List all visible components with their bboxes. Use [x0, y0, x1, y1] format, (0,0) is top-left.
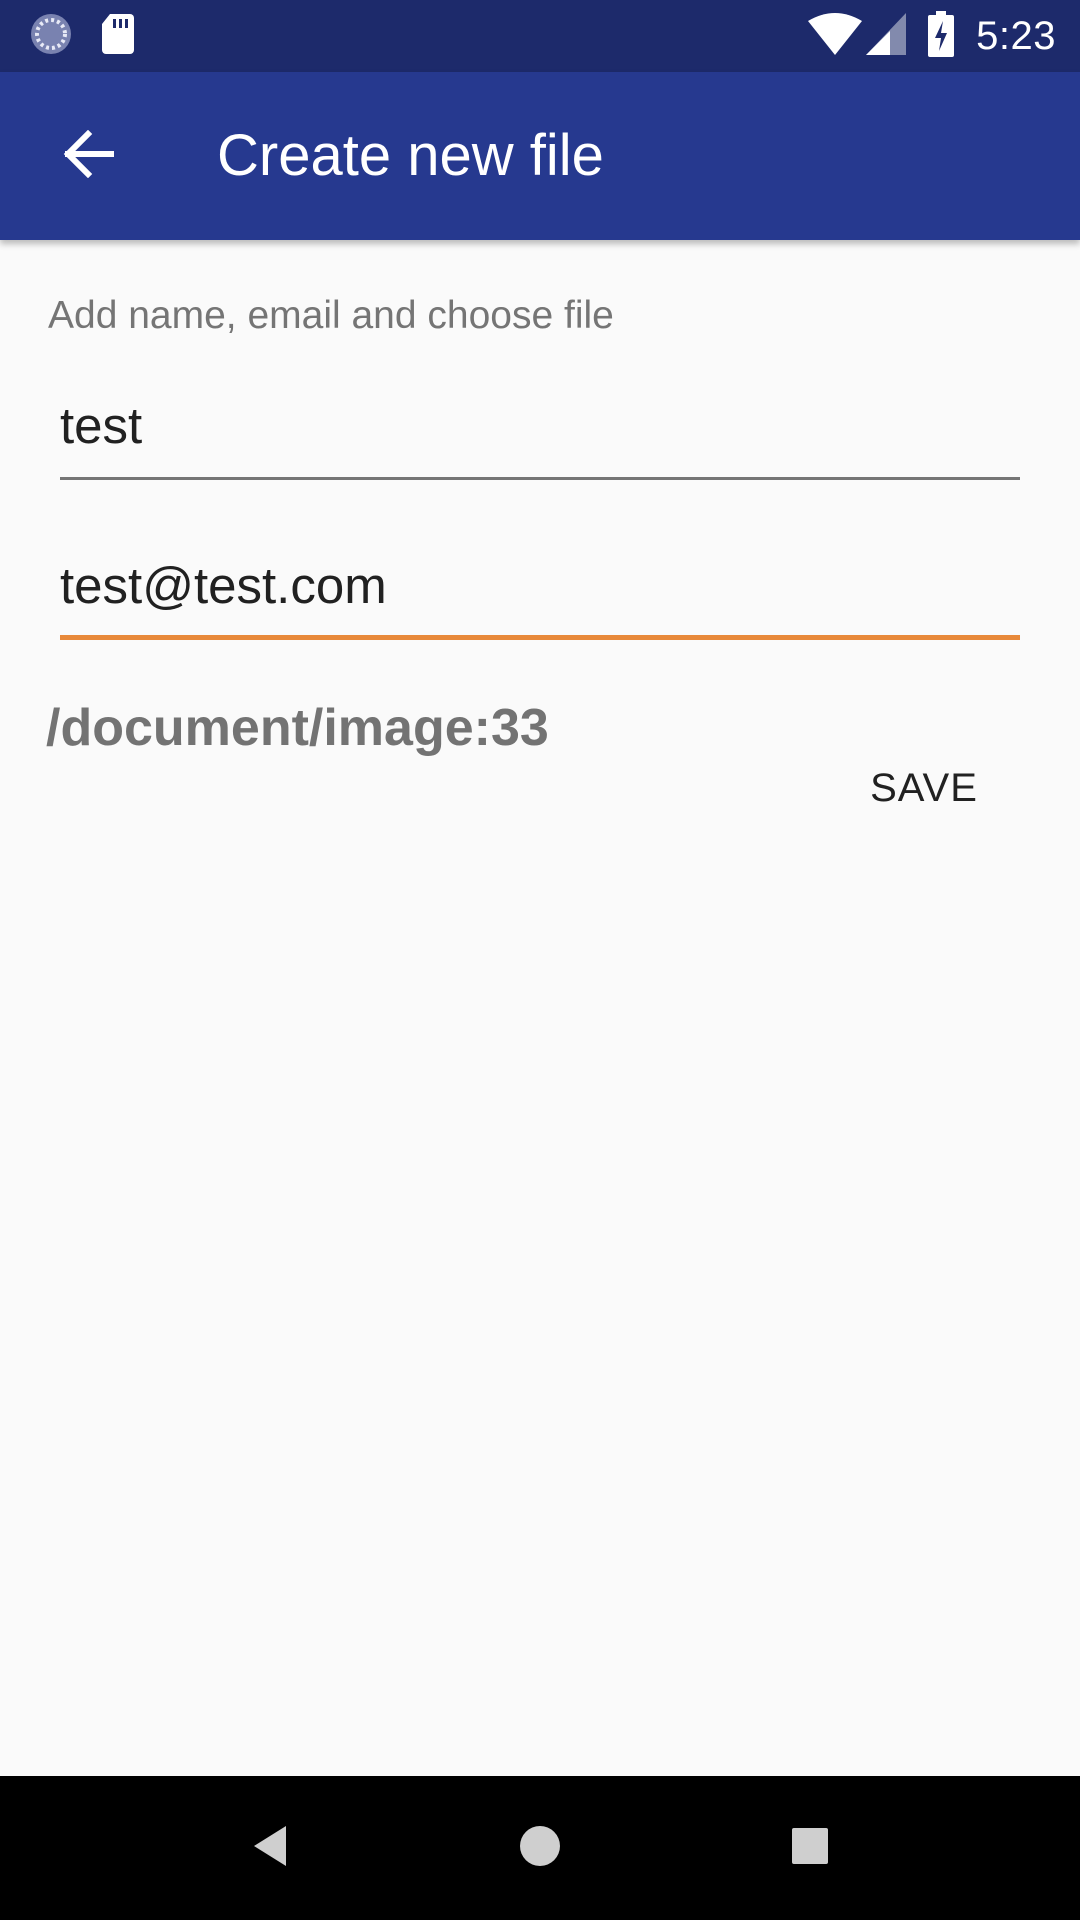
wifi-icon — [808, 12, 863, 60]
email-field-underline — [60, 635, 1020, 640]
email-input[interactable] — [60, 540, 1020, 630]
selected-file-path[interactable]: /document/image:33 — [46, 698, 549, 758]
battery-charging-icon — [928, 10, 955, 62]
system-nav-bar — [0, 1776, 1080, 1920]
status-time: 5:23 — [976, 13, 1056, 58]
arrow-back-icon — [62, 129, 115, 183]
sd-card-icon — [100, 12, 136, 61]
status-bar: 5:23 — [0, 0, 1080, 72]
back-button[interactable] — [40, 108, 136, 204]
name-field-underline — [60, 477, 1020, 480]
nav-back-button[interactable] — [222, 1800, 318, 1896]
form-hint: Add name, email and choose file — [48, 294, 614, 337]
screen: 5:23 Create new file Add name, email and… — [0, 0, 1080, 1920]
nav-home-button[interactable] — [492, 1800, 588, 1896]
name-field[interactable] — [60, 380, 1020, 480]
cell-signal-icon — [866, 12, 907, 60]
page-title: Create new file — [217, 123, 604, 188]
nav-recents-button[interactable] — [762, 1800, 858, 1896]
status-right-icons: 5:23 — [808, 0, 1056, 72]
home-circle-icon — [519, 1825, 561, 1872]
save-button[interactable]: SAVE — [848, 752, 1000, 824]
name-input[interactable] — [60, 380, 1020, 470]
sync-icon — [28, 11, 74, 62]
app-bar: Create new file — [0, 72, 1080, 240]
recents-square-icon — [791, 1827, 829, 1870]
back-triangle-icon — [250, 1824, 290, 1873]
status-left-icons — [28, 12, 136, 60]
email-field[interactable] — [60, 540, 1020, 640]
